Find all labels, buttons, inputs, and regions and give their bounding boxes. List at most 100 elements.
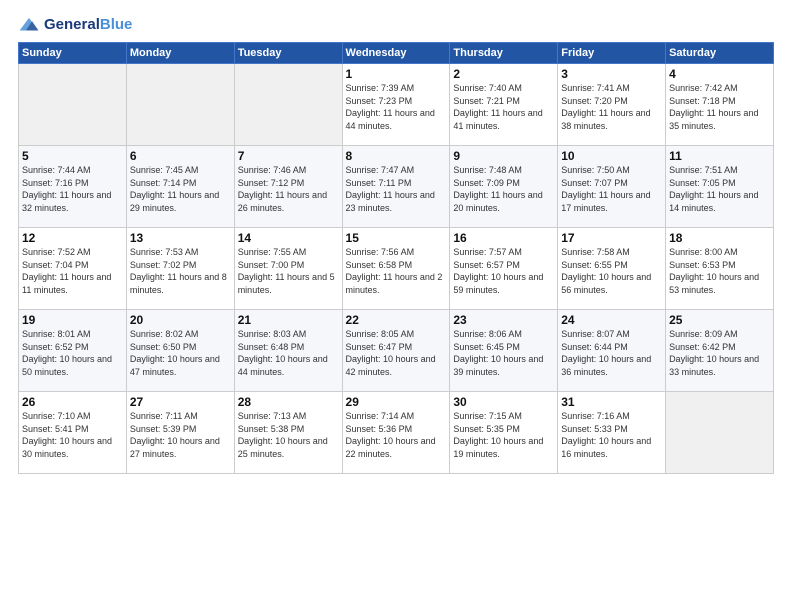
- calendar-header-row: SundayMondayTuesdayWednesdayThursdayFrid…: [19, 43, 774, 64]
- day-number: 3: [561, 67, 662, 81]
- calendar-day-cell: 20 Sunrise: 8:02 AMSunset: 6:50 PMDaylig…: [126, 310, 234, 392]
- calendar-day-cell: 22 Sunrise: 8:05 AMSunset: 6:47 PMDaylig…: [342, 310, 450, 392]
- calendar-day-cell: 12 Sunrise: 7:52 AMSunset: 7:04 PMDaylig…: [19, 228, 127, 310]
- calendar-day-cell: 19 Sunrise: 8:01 AMSunset: 6:52 PMDaylig…: [19, 310, 127, 392]
- calendar-day-cell: 23 Sunrise: 8:06 AMSunset: 6:45 PMDaylig…: [450, 310, 558, 392]
- day-number: 24: [561, 313, 662, 327]
- calendar-day-cell: [234, 64, 342, 146]
- day-info: Sunrise: 7:58 AMSunset: 6:55 PMDaylight:…: [561, 247, 651, 295]
- calendar-week-row: 12 Sunrise: 7:52 AMSunset: 7:04 PMDaylig…: [19, 228, 774, 310]
- day-number: 23: [453, 313, 554, 327]
- calendar-day-cell: 26 Sunrise: 7:10 AMSunset: 5:41 PMDaylig…: [19, 392, 127, 474]
- day-info: Sunrise: 7:11 AMSunset: 5:39 PMDaylight:…: [130, 411, 220, 459]
- calendar-week-row: 19 Sunrise: 8:01 AMSunset: 6:52 PMDaylig…: [19, 310, 774, 392]
- day-number: 25: [669, 313, 770, 327]
- calendar-day-cell: 2 Sunrise: 7:40 AMSunset: 7:21 PMDayligh…: [450, 64, 558, 146]
- calendar-day-cell: 18 Sunrise: 8:00 AMSunset: 6:53 PMDaylig…: [666, 228, 774, 310]
- day-number: 10: [561, 149, 662, 163]
- day-info: Sunrise: 7:13 AMSunset: 5:38 PMDaylight:…: [238, 411, 328, 459]
- calendar-day-cell: 31 Sunrise: 7:16 AMSunset: 5:33 PMDaylig…: [558, 392, 666, 474]
- day-info: Sunrise: 7:51 AMSunset: 7:05 PMDaylight:…: [669, 165, 758, 213]
- day-info: Sunrise: 7:45 AMSunset: 7:14 PMDaylight:…: [130, 165, 219, 213]
- weekday-header: Tuesday: [234, 43, 342, 64]
- day-info: Sunrise: 7:14 AMSunset: 5:36 PMDaylight:…: [346, 411, 436, 459]
- calendar-day-cell: 24 Sunrise: 8:07 AMSunset: 6:44 PMDaylig…: [558, 310, 666, 392]
- day-info: Sunrise: 7:52 AMSunset: 7:04 PMDaylight:…: [22, 247, 111, 295]
- calendar-day-cell: 15 Sunrise: 7:56 AMSunset: 6:58 PMDaylig…: [342, 228, 450, 310]
- day-number: 20: [130, 313, 231, 327]
- calendar-day-cell: 27 Sunrise: 7:11 AMSunset: 5:39 PMDaylig…: [126, 392, 234, 474]
- day-number: 4: [669, 67, 770, 81]
- calendar-day-cell: 9 Sunrise: 7:48 AMSunset: 7:09 PMDayligh…: [450, 146, 558, 228]
- day-info: Sunrise: 7:57 AMSunset: 6:57 PMDaylight:…: [453, 247, 543, 295]
- calendar-day-cell: 3 Sunrise: 7:41 AMSunset: 7:20 PMDayligh…: [558, 64, 666, 146]
- day-info: Sunrise: 7:44 AMSunset: 7:16 PMDaylight:…: [22, 165, 111, 213]
- day-info: Sunrise: 7:42 AMSunset: 7:18 PMDaylight:…: [669, 83, 758, 131]
- calendar-day-cell: 17 Sunrise: 7:58 AMSunset: 6:55 PMDaylig…: [558, 228, 666, 310]
- day-info: Sunrise: 7:53 AMSunset: 7:02 PMDaylight:…: [130, 247, 227, 295]
- calendar-day-cell: 25 Sunrise: 8:09 AMSunset: 6:42 PMDaylig…: [666, 310, 774, 392]
- weekday-header: Thursday: [450, 43, 558, 64]
- day-info: Sunrise: 7:50 AMSunset: 7:07 PMDaylight:…: [561, 165, 650, 213]
- day-number: 7: [238, 149, 339, 163]
- day-number: 2: [453, 67, 554, 81]
- calendar-day-cell: 5 Sunrise: 7:44 AMSunset: 7:16 PMDayligh…: [19, 146, 127, 228]
- day-number: 13: [130, 231, 231, 245]
- day-number: 12: [22, 231, 123, 245]
- day-number: 11: [669, 149, 770, 163]
- day-number: 21: [238, 313, 339, 327]
- calendar-day-cell: [126, 64, 234, 146]
- weekday-header: Wednesday: [342, 43, 450, 64]
- calendar-week-row: 5 Sunrise: 7:44 AMSunset: 7:16 PMDayligh…: [19, 146, 774, 228]
- day-info: Sunrise: 7:41 AMSunset: 7:20 PMDaylight:…: [561, 83, 650, 131]
- weekday-header: Friday: [558, 43, 666, 64]
- day-number: 9: [453, 149, 554, 163]
- day-info: Sunrise: 8:01 AMSunset: 6:52 PMDaylight:…: [22, 329, 112, 377]
- day-info: Sunrise: 8:05 AMSunset: 6:47 PMDaylight:…: [346, 329, 436, 377]
- day-number: 29: [346, 395, 447, 409]
- day-number: 15: [346, 231, 447, 245]
- day-number: 27: [130, 395, 231, 409]
- calendar-day-cell: 14 Sunrise: 7:55 AMSunset: 7:00 PMDaylig…: [234, 228, 342, 310]
- logo-text: GeneralBlue: [44, 16, 132, 33]
- day-info: Sunrise: 8:00 AMSunset: 6:53 PMDaylight:…: [669, 247, 759, 295]
- day-info: Sunrise: 8:06 AMSunset: 6:45 PMDaylight:…: [453, 329, 543, 377]
- day-number: 1: [346, 67, 447, 81]
- calendar-day-cell: [19, 64, 127, 146]
- calendar-day-cell: 29 Sunrise: 7:14 AMSunset: 5:36 PMDaylig…: [342, 392, 450, 474]
- calendar-day-cell: 11 Sunrise: 7:51 AMSunset: 7:05 PMDaylig…: [666, 146, 774, 228]
- day-number: 19: [22, 313, 123, 327]
- calendar-table: SundayMondayTuesdayWednesdayThursdayFrid…: [18, 42, 774, 474]
- calendar-day-cell: 21 Sunrise: 8:03 AMSunset: 6:48 PMDaylig…: [234, 310, 342, 392]
- day-info: Sunrise: 7:48 AMSunset: 7:09 PMDaylight:…: [453, 165, 542, 213]
- day-number: 16: [453, 231, 554, 245]
- day-number: 18: [669, 231, 770, 245]
- logo: GeneralBlue: [18, 16, 132, 34]
- day-info: Sunrise: 8:02 AMSunset: 6:50 PMDaylight:…: [130, 329, 220, 377]
- day-number: 14: [238, 231, 339, 245]
- day-number: 30: [453, 395, 554, 409]
- page: GeneralBlue SundayMondayTuesdayWednesday…: [0, 0, 792, 612]
- logo-icon: [18, 16, 40, 34]
- calendar-week-row: 26 Sunrise: 7:10 AMSunset: 5:41 PMDaylig…: [19, 392, 774, 474]
- day-info: Sunrise: 7:40 AMSunset: 7:21 PMDaylight:…: [453, 83, 542, 131]
- calendar-day-cell: 8 Sunrise: 7:47 AMSunset: 7:11 PMDayligh…: [342, 146, 450, 228]
- day-info: Sunrise: 8:09 AMSunset: 6:42 PMDaylight:…: [669, 329, 759, 377]
- weekday-header: Sunday: [19, 43, 127, 64]
- calendar-day-cell: 6 Sunrise: 7:45 AMSunset: 7:14 PMDayligh…: [126, 146, 234, 228]
- day-info: Sunrise: 7:47 AMSunset: 7:11 PMDaylight:…: [346, 165, 435, 213]
- day-number: 5: [22, 149, 123, 163]
- day-number: 26: [22, 395, 123, 409]
- calendar-day-cell: 28 Sunrise: 7:13 AMSunset: 5:38 PMDaylig…: [234, 392, 342, 474]
- day-info: Sunrise: 7:10 AMSunset: 5:41 PMDaylight:…: [22, 411, 112, 459]
- calendar-day-cell: 16 Sunrise: 7:57 AMSunset: 6:57 PMDaylig…: [450, 228, 558, 310]
- weekday-header: Monday: [126, 43, 234, 64]
- day-info: Sunrise: 7:39 AMSunset: 7:23 PMDaylight:…: [346, 83, 435, 131]
- day-info: Sunrise: 8:03 AMSunset: 6:48 PMDaylight:…: [238, 329, 328, 377]
- day-info: Sunrise: 7:56 AMSunset: 6:58 PMDaylight:…: [346, 247, 443, 295]
- day-number: 28: [238, 395, 339, 409]
- calendar-day-cell: 4 Sunrise: 7:42 AMSunset: 7:18 PMDayligh…: [666, 64, 774, 146]
- calendar-day-cell: [666, 392, 774, 474]
- calendar-day-cell: 13 Sunrise: 7:53 AMSunset: 7:02 PMDaylig…: [126, 228, 234, 310]
- day-info: Sunrise: 7:46 AMSunset: 7:12 PMDaylight:…: [238, 165, 327, 213]
